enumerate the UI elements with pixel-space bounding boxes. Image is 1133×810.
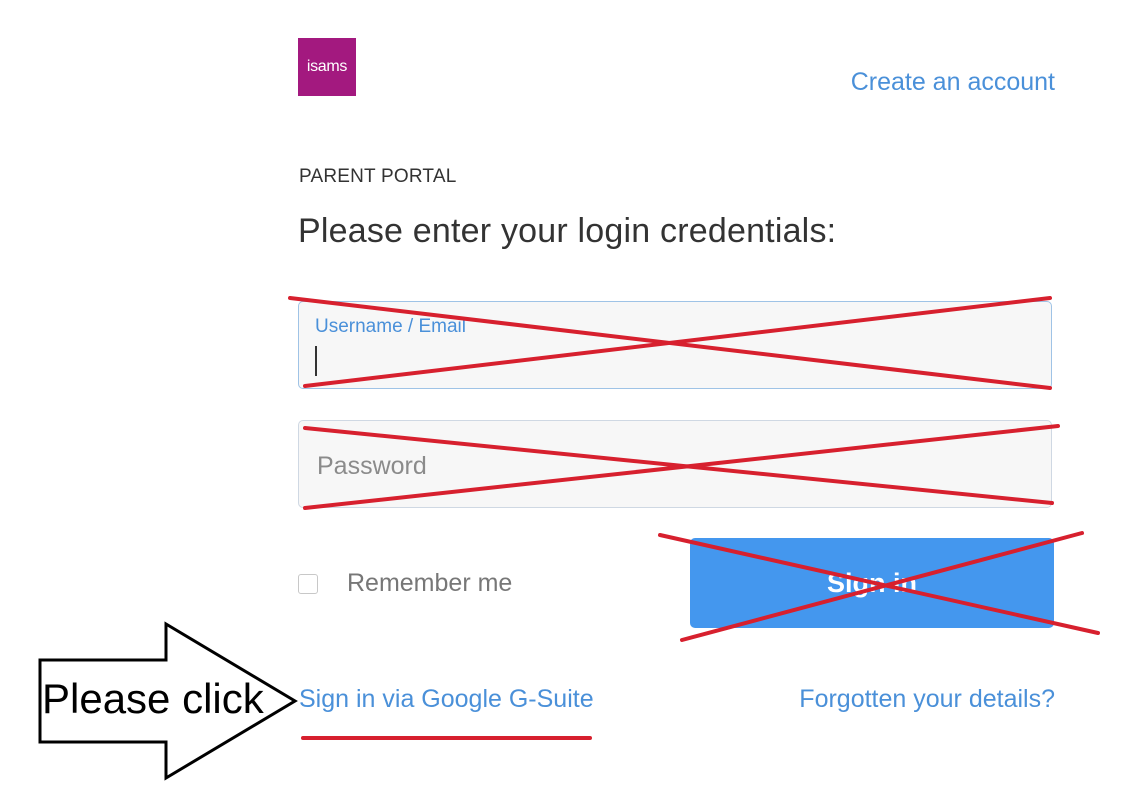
signin-cross-line bbox=[658, 533, 1100, 635]
signin-cross-line bbox=[680, 531, 1084, 642]
annotation-overlay: Please click bbox=[38, 296, 1100, 781]
arrow-label: Please click bbox=[42, 675, 265, 722]
